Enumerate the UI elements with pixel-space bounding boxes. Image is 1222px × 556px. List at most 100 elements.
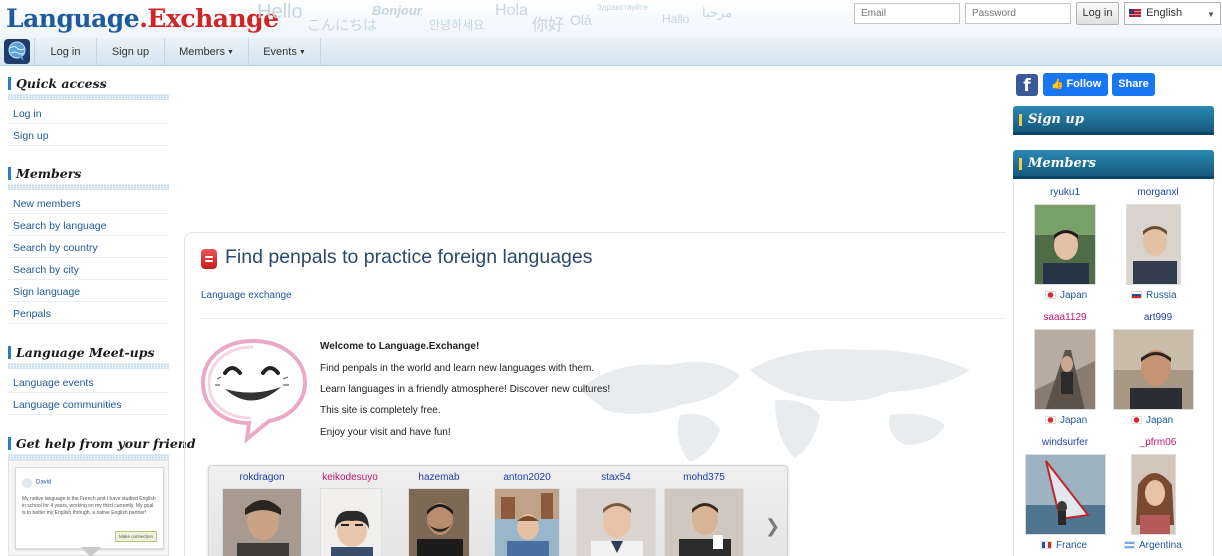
member-country-label: Japan <box>1060 290 1088 301</box>
sidebar-link-language-communities[interactable]: Language communities <box>8 395 169 415</box>
header-accent <box>1019 114 1022 126</box>
main-nav: Log in Sign up Members ▼ Events ▼ <box>0 38 1222 66</box>
member-photo[interactable] <box>222 488 302 556</box>
globe-chat-icon[interactable] <box>4 39 30 64</box>
facebook-icon[interactable]: f <box>1016 74 1038 96</box>
greeting-zdravstvuyte: Здравствуйте <box>597 3 648 12</box>
header-login-button[interactable]: Log in <box>1076 2 1119 25</box>
logo-language: Language <box>6 4 140 33</box>
nav-login-label: Log in <box>50 46 81 58</box>
section-divider <box>8 363 169 369</box>
member-name-link[interactable]: stax54 <box>576 472 656 483</box>
member-name-link[interactable]: ryuku1 <box>1030 187 1100 198</box>
content-divider <box>201 318 1004 319</box>
member-name-link[interactable]: keikodesuyo <box>312 472 388 483</box>
member-photo[interactable] <box>494 488 560 556</box>
greeting-nihao: 你好 <box>532 17 565 34</box>
greeting-hola: Hola <box>495 2 528 19</box>
france-flag-icon <box>1041 541 1052 550</box>
member-name-link[interactable]: mohd375 <box>664 472 744 483</box>
members-panel-header: Members <box>1013 150 1214 179</box>
site-logo[interactable]: Language.Exchange <box>6 3 279 35</box>
caret-down-icon: ▼ <box>226 49 234 56</box>
facebook-follow-button[interactable]: 👍 Follow <box>1043 73 1108 96</box>
language-select[interactable]: English ▼ <box>1124 2 1221 25</box>
help-preview: David My native language is the French a… <box>8 460 169 556</box>
header-accent <box>1019 158 1022 170</box>
nav-events-label: Events <box>263 46 297 58</box>
make-connection-button[interactable]: Make connection <box>114 531 157 542</box>
member-country: Russia <box>1131 290 1177 301</box>
member-country: Argentina <box>1124 540 1182 551</box>
member-photo[interactable] <box>664 488 744 556</box>
greeting-marhaba: مرحبا <box>702 5 733 20</box>
breadcrumb[interactable]: Language exchange <box>201 290 292 301</box>
greeting-ola: Olá <box>570 12 592 28</box>
thumbs-up-icon: 👍 <box>1051 79 1064 90</box>
japan-flag-icon <box>1045 416 1056 425</box>
member-name-link[interactable]: saaa1129 <box>1030 312 1100 323</box>
signup-panel-header[interactable]: Sign up <box>1013 106 1214 135</box>
member-country: Japan <box>1045 415 1087 426</box>
chevron-down-icon: ▼ <box>1207 10 1215 19</box>
section-divider <box>8 184 169 190</box>
member-photo[interactable] <box>1126 204 1181 285</box>
member-photo[interactable] <box>1034 204 1096 285</box>
sidebar-link-login[interactable]: Log in <box>8 104 169 124</box>
email-field[interactable] <box>854 3 960 24</box>
member-country-label: Russia <box>1146 290 1177 301</box>
nav-login[interactable]: Log in <box>34 38 97 66</box>
next-arrow-icon[interactable]: ❯ <box>765 516 780 537</box>
member-photo[interactable] <box>408 488 470 556</box>
facebook-share-button[interactable]: Share <box>1112 73 1155 96</box>
nav-members[interactable]: Members ▼ <box>165 38 249 66</box>
greeting-hallo: Hallo <box>662 12 690 26</box>
password-field[interactable] <box>965 3 1071 24</box>
sidebar-link-sign-language[interactable]: Sign language <box>8 282 169 302</box>
member-name-link[interactable]: art999 <box>1118 312 1198 323</box>
member-country-label: France <box>1056 540 1088 551</box>
argentina-flag-icon <box>1124 541 1135 550</box>
member-name-link[interactable]: morganxl <box>1118 187 1198 198</box>
site-header: Language.Exchange Hello こんにちは Bonjour 안녕… <box>0 0 1222 38</box>
sidebar-link-penpals[interactable]: Penpals <box>8 304 169 324</box>
member-photo[interactable] <box>576 488 656 556</box>
world-map-illustration <box>580 349 970 462</box>
member-name-link[interactable]: _pfrm06 <box>1118 437 1198 448</box>
greeting-bonjour: Bonjour <box>372 3 422 18</box>
members-title: Members <box>8 166 81 184</box>
member-photo[interactable] <box>1034 329 1096 410</box>
sidebar-link-search-country[interactable]: Search by country <box>8 238 169 258</box>
member-country: Japan <box>1131 415 1173 426</box>
nav-members-label: Members <box>179 46 225 58</box>
member-name-link[interactable]: hazemab <box>408 472 470 483</box>
help-card-user: David <box>36 479 52 486</box>
member-name-link[interactable]: anton2020 <box>494 472 560 483</box>
member-photo[interactable] <box>320 488 382 556</box>
sidebar-link-new-members[interactable]: New members <box>8 194 169 214</box>
language-select-value: English <box>1146 7 1183 19</box>
arrow-down-icon <box>81 547 101 556</box>
japan-flag-icon <box>1131 416 1142 425</box>
member-photo[interactable] <box>1131 454 1176 535</box>
greeting-hello: Hello <box>257 1 303 23</box>
members-panel-title: Members <box>1028 156 1096 171</box>
page-title: Find penpals to practice foreign languag… <box>225 246 593 268</box>
member-name-link[interactable]: rokdragon <box>222 472 302 483</box>
sidebar-link-language-events[interactable]: Language events <box>8 373 169 393</box>
nav-signup[interactable]: Sign up <box>97 38 165 66</box>
member-name-link[interactable]: windsurfer <box>1030 437 1100 448</box>
us-flag-icon <box>1129 9 1141 18</box>
sidebar-link-signup[interactable]: Sign up <box>8 126 169 146</box>
caret-down-icon: ▼ <box>298 49 306 56</box>
welcome-line: Find penpals in the world and learn new … <box>320 363 595 374</box>
sidebar-link-search-city[interactable]: Search by city <box>8 260 169 280</box>
japan-flag-icon <box>1045 291 1056 300</box>
get-help-title: Get help from your friend <box>8 436 196 454</box>
nav-events[interactable]: Events ▼ <box>249 38 321 66</box>
member-country-label: Japan <box>1060 415 1088 426</box>
member-photo[interactable] <box>1113 329 1194 410</box>
member-country-label: Japan <box>1146 415 1174 426</box>
member-photo[interactable] <box>1025 454 1106 535</box>
sidebar-link-search-language[interactable]: Search by language <box>8 216 169 236</box>
